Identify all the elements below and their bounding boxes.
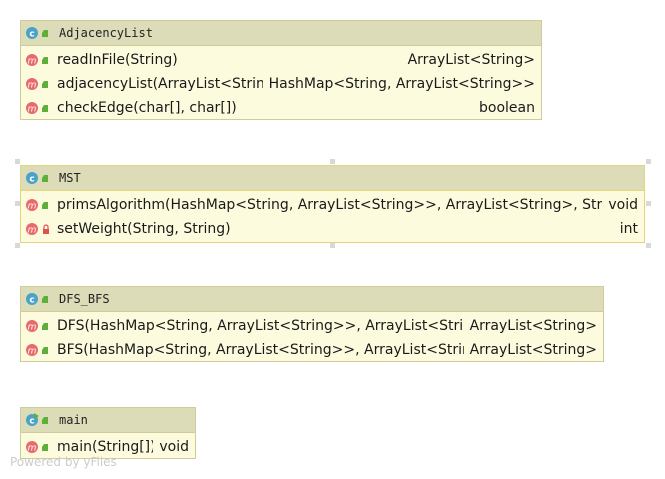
method-icon: m: [25, 197, 53, 213]
resize-handle[interactable]: [15, 201, 20, 206]
class-header: c DFS_BFS: [21, 287, 603, 312]
member-signature: primsAlgorithm(HashMap<String, ArrayList…: [57, 197, 603, 213]
class-node-main[interactable]: c main m main(String[]) void: [20, 407, 196, 459]
lock-icon: [43, 224, 49, 234]
member-signature: DFS(HashMap<String, ArrayList<String>>, …: [57, 318, 464, 334]
watermark: Powered by yFiles: [10, 455, 117, 469]
method-icon: m: [25, 439, 53, 455]
method-icon: m: [25, 52, 53, 68]
resize-handle[interactable]: [646, 159, 651, 164]
svg-text:c: c: [29, 175, 34, 185]
member-type: boolean: [479, 100, 535, 116]
method-icon: m: [25, 100, 53, 116]
runnable-class-icon: c: [25, 412, 53, 428]
method-icon: m: [25, 76, 53, 92]
svg-text:m: m: [28, 57, 37, 67]
resize-handle[interactable]: [15, 243, 20, 248]
member-type: ArrayList<String>: [469, 342, 597, 358]
class-header: c MST: [21, 166, 644, 191]
svg-text:m: m: [28, 226, 37, 236]
svg-text:m: m: [28, 347, 37, 357]
member-type: ArrayList<String>: [469, 318, 597, 334]
member-type: void: [608, 197, 638, 213]
svg-text:m: m: [28, 444, 37, 454]
member-row[interactable]: m primsAlgorithm(HashMap<String, ArrayLi…: [21, 193, 644, 217]
class-icon: c: [25, 25, 53, 41]
svg-text:m: m: [28, 105, 37, 115]
resize-handle[interactable]: [330, 159, 335, 164]
member-type: ArrayList<String>: [407, 52, 535, 68]
svg-text:c: c: [29, 417, 34, 427]
class-name: main: [59, 413, 88, 427]
resize-handle[interactable]: [646, 201, 651, 206]
class-node-mst[interactable]: c MST m primsAlgorithm(HashMap<String, A…: [20, 165, 645, 243]
resize-handle[interactable]: [646, 243, 651, 248]
class-node-adjacencylist[interactable]: c AdjacencyList m readInFile(String) Arr…: [20, 20, 542, 120]
class-icon: c: [25, 291, 53, 307]
svg-text:m: m: [28, 81, 37, 91]
svg-text:m: m: [28, 202, 37, 212]
svg-text:m: m: [28, 323, 37, 333]
member-row[interactable]: m adjacencyList(ArrayList<String>) HashM…: [21, 72, 541, 96]
member-row[interactable]: m readInFile(String) ArrayList<String>: [21, 48, 541, 72]
member-signature: main(String[]): [57, 439, 154, 455]
svg-text:c: c: [29, 30, 34, 40]
member-signature: checkEdge(char[], char[]): [57, 100, 237, 116]
member-type: void: [159, 439, 189, 455]
member-signature: adjacencyList(ArrayList<String>): [57, 76, 263, 92]
class-name: DFS_BFS: [59, 292, 110, 306]
method-icon: m: [25, 318, 53, 334]
class-node-dfs-bfs[interactable]: c DFS_BFS m DFS(HashMap<String, ArrayLis…: [20, 286, 604, 362]
class-header: c main: [21, 408, 195, 433]
member-signature: readInFile(String): [57, 52, 178, 68]
member-row[interactable]: m checkEdge(char[], char[]) boolean: [21, 96, 541, 120]
class-icon: c: [25, 170, 53, 186]
member-row[interactable]: m BFS(HashMap<String, ArrayList<String>>…: [21, 338, 603, 362]
method-icon: m: [25, 342, 53, 358]
member-row[interactable]: m DFS(HashMap<String, ArrayList<String>>…: [21, 314, 603, 338]
member-row[interactable]: m setWeight(String, String) int: [21, 217, 644, 241]
class-header: c AdjacencyList: [21, 21, 541, 46]
member-signature: BFS(HashMap<String, ArrayList<String>>, …: [57, 342, 464, 358]
svg-text:c: c: [29, 296, 34, 306]
resize-handle[interactable]: [330, 243, 335, 248]
class-name: MST: [59, 171, 81, 185]
member-signature: setWeight(String, String): [57, 221, 231, 237]
member-type: int: [619, 221, 638, 237]
member-type: HashMap<String, ArrayList<String>>: [268, 76, 535, 92]
class-name: AdjacencyList: [59, 26, 153, 40]
resize-handle[interactable]: [15, 159, 20, 164]
method-icon: m: [25, 221, 53, 237]
